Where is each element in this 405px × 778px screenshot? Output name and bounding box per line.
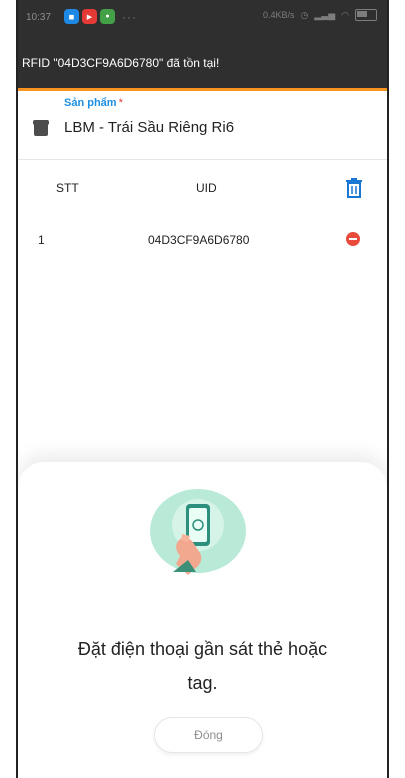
row-stt: 1 <box>38 233 45 247</box>
nfc-prompt: Đặt điện thoại gần sát thẻ hoặc tag. <box>18 632 387 700</box>
net-speed: 0.4KB/s <box>262 10 295 20</box>
toast-text: RFID "04D3CF9A6D6780" đã tồn tại! <box>22 56 220 70</box>
row-uid: 04D3CF9A6D6780 <box>148 233 250 247</box>
more-notifications-icon: ··· <box>122 10 137 24</box>
status-time: 10:37 <box>26 12 52 23</box>
product-label: Sản phẩm * <box>64 97 123 109</box>
alarm-icon: ◷ <box>300 9 309 20</box>
toast-message: RFID "04D3CF9A6D6780" đã tồn tại! <box>18 36 387 90</box>
signal-icon: ▂▃▅ <box>314 9 336 20</box>
app-notification-icon: ● <box>100 9 115 24</box>
nfc-prompt-line2: tag. <box>187 673 218 693</box>
messenger-icon: ◼ <box>64 9 79 24</box>
phone-screen: 10:37 ◼ ▶ ● ··· 0.4KB/s ◷ ▂▃▅ ◠ RFID "04… <box>16 0 389 778</box>
close-button[interactable]: Đóng <box>154 717 263 753</box>
nfc-prompt-line1: Đặt điện thoại gần sát thẻ hoặc <box>77 639 328 659</box>
status-bar: 10:37 ◼ ▶ ● ··· 0.4KB/s ◷ ▂▃▅ ◠ <box>18 0 387 36</box>
required-mark: * <box>118 97 123 109</box>
table-header: STT UID <box>18 172 387 202</box>
column-header-stt: STT <box>56 181 79 195</box>
phone-nfc-illustration <box>150 489 246 575</box>
product-value: LBM - Trái Sầu Riêng Ri6 <box>64 119 235 136</box>
battery-icon <box>355 9 377 21</box>
product-selector[interactable]: Sản phẩm * LBM - Trái Sầu Riêng Ri6 <box>18 91 387 160</box>
nfc-bottom-sheet: Đặt điện thoại gần sát thẻ hoặc tag. Đón… <box>18 462 387 778</box>
notification-icons: ◼ ▶ ● <box>64 9 115 24</box>
box-icon <box>33 120 49 136</box>
table-row: 1 04D3CF9A6D6780 <box>18 228 387 252</box>
status-right: 0.4KB/s ◷ ▂▃▅ ◠ <box>263 9 377 21</box>
trash-icon[interactable] <box>344 177 364 199</box>
column-header-uid: UID <box>196 181 217 195</box>
minus-circle-icon[interactable] <box>346 232 360 246</box>
youtube-icon: ▶ <box>82 9 97 24</box>
wifi-icon: ◠ <box>341 9 349 20</box>
product-label-text: Sản phẩm <box>64 97 117 109</box>
